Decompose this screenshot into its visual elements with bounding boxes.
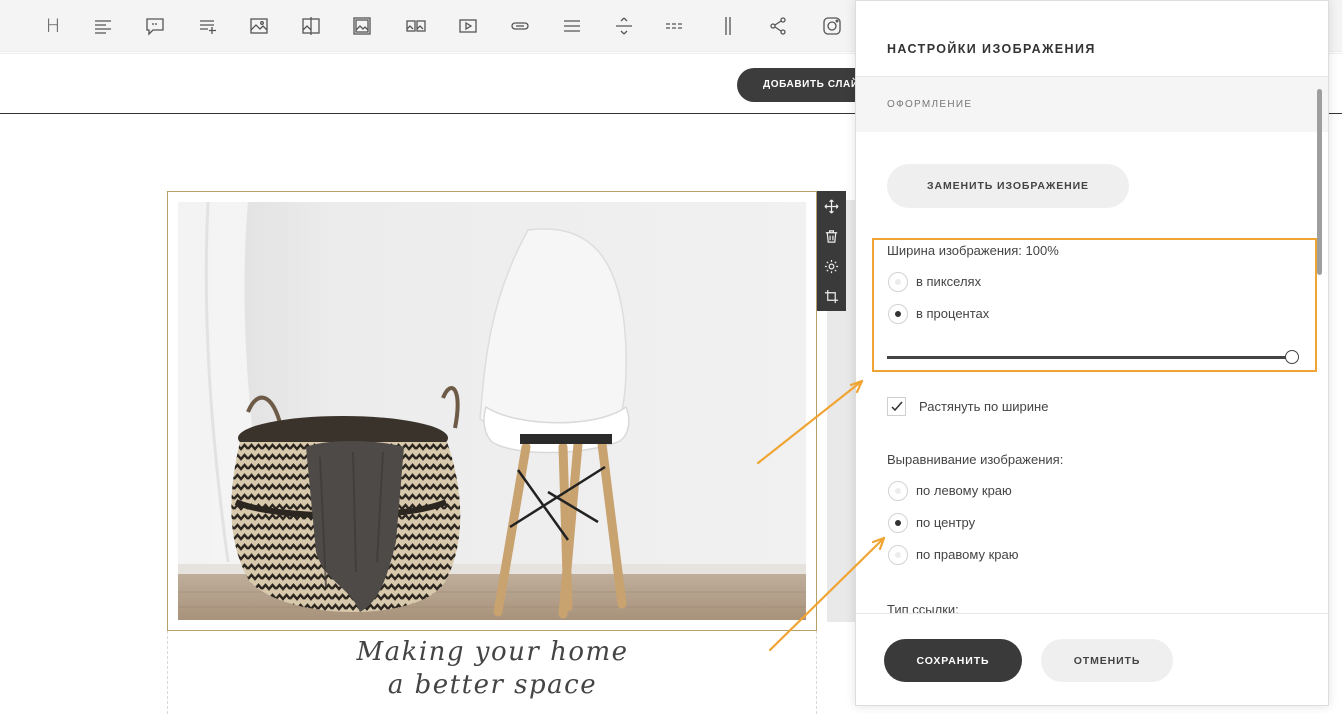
width-label: Ширина изображения: 100% [887, 243, 1059, 258]
caption-line-2: a better space [387, 670, 598, 700]
replace-image-button[interactable]: ЗАМЕНИТЬ ИЗОБРАЖЕНИЕ [887, 164, 1129, 208]
divider-icon[interactable] [610, 12, 638, 40]
align-center-radio[interactable] [888, 513, 908, 533]
cancel-button[interactable]: ОТМЕНИТЬ [1041, 639, 1173, 682]
align-right-radio[interactable] [888, 545, 908, 565]
slide-image[interactable] [178, 202, 806, 620]
image-toolbar [817, 191, 846, 311]
move-icon[interactable] [817, 191, 846, 221]
panel-tabs: ОФОРМЛЕНИЕ [856, 77, 1328, 132]
trash-icon[interactable] [817, 221, 846, 251]
width-slider-handle[interactable] [1285, 350, 1299, 364]
align-center-label[interactable]: по центру [916, 515, 975, 530]
align-label: Выравнивание изображения: [887, 452, 1064, 467]
align-left-radio[interactable] [888, 481, 908, 501]
save-button[interactable]: СОХРАНИТЬ [884, 639, 1022, 682]
vertical-divider-icon[interactable] [714, 12, 742, 40]
width-percent-radio[interactable] [888, 304, 908, 324]
video-icon[interactable] [454, 12, 482, 40]
caption-line-1: Making your home [356, 637, 629, 667]
image-frame-icon[interactable] [348, 12, 376, 40]
width-pixels-label[interactable]: в пикселях [916, 274, 981, 289]
quote-icon[interactable] [141, 12, 169, 40]
tab-design[interactable]: ОФОРМЛЕНИЕ [887, 99, 972, 110]
width-percent-label[interactable]: в процентах [916, 306, 989, 321]
image-icon[interactable] [245, 12, 273, 40]
width-pixels-radio[interactable] [888, 272, 908, 292]
slide-caption[interactable]: Making your home a better space [300, 636, 685, 702]
stretch-width-label[interactable]: Растянуть по ширине [919, 399, 1048, 414]
link-icon[interactable] [506, 12, 534, 40]
instagram-icon[interactable] [818, 12, 846, 40]
gallery-icon[interactable] [402, 12, 430, 40]
panel-title: НАСТРОЙКИ ИЗОБРАЖЕНИЯ [887, 42, 1096, 56]
list-add-icon[interactable] [194, 12, 222, 40]
dashed-line-icon[interactable] [661, 12, 689, 40]
width-slider[interactable] [887, 350, 1299, 364]
settings-icon[interactable] [817, 251, 846, 281]
menu-lines-icon[interactable] [558, 12, 586, 40]
align-left-label[interactable]: по левому краю [916, 483, 1012, 498]
share-icon[interactable] [764, 12, 792, 40]
align-right-label[interactable]: по правому краю [916, 547, 1018, 562]
heading-icon[interactable]: H [39, 12, 67, 40]
chair-basket-photo [178, 202, 806, 620]
stretch-width-checkbox[interactable] [887, 397, 906, 416]
image-settings-panel: НАСТРОЙКИ ИЗОБРАЖЕНИЯ ОФОРМЛЕНИЕ ЗАМЕНИТ… [855, 0, 1329, 706]
panel-footer: СОХРАНИТЬ ОТМЕНИТЬ [856, 613, 1328, 705]
image-compare-icon[interactable] [297, 12, 325, 40]
panel-scrollbar[interactable] [1317, 89, 1322, 275]
text-align-left-icon[interactable] [89, 12, 117, 40]
checkmark-icon [891, 401, 903, 412]
crop-icon[interactable] [817, 281, 846, 311]
guide-line [816, 631, 817, 714]
guide-line [167, 631, 168, 714]
